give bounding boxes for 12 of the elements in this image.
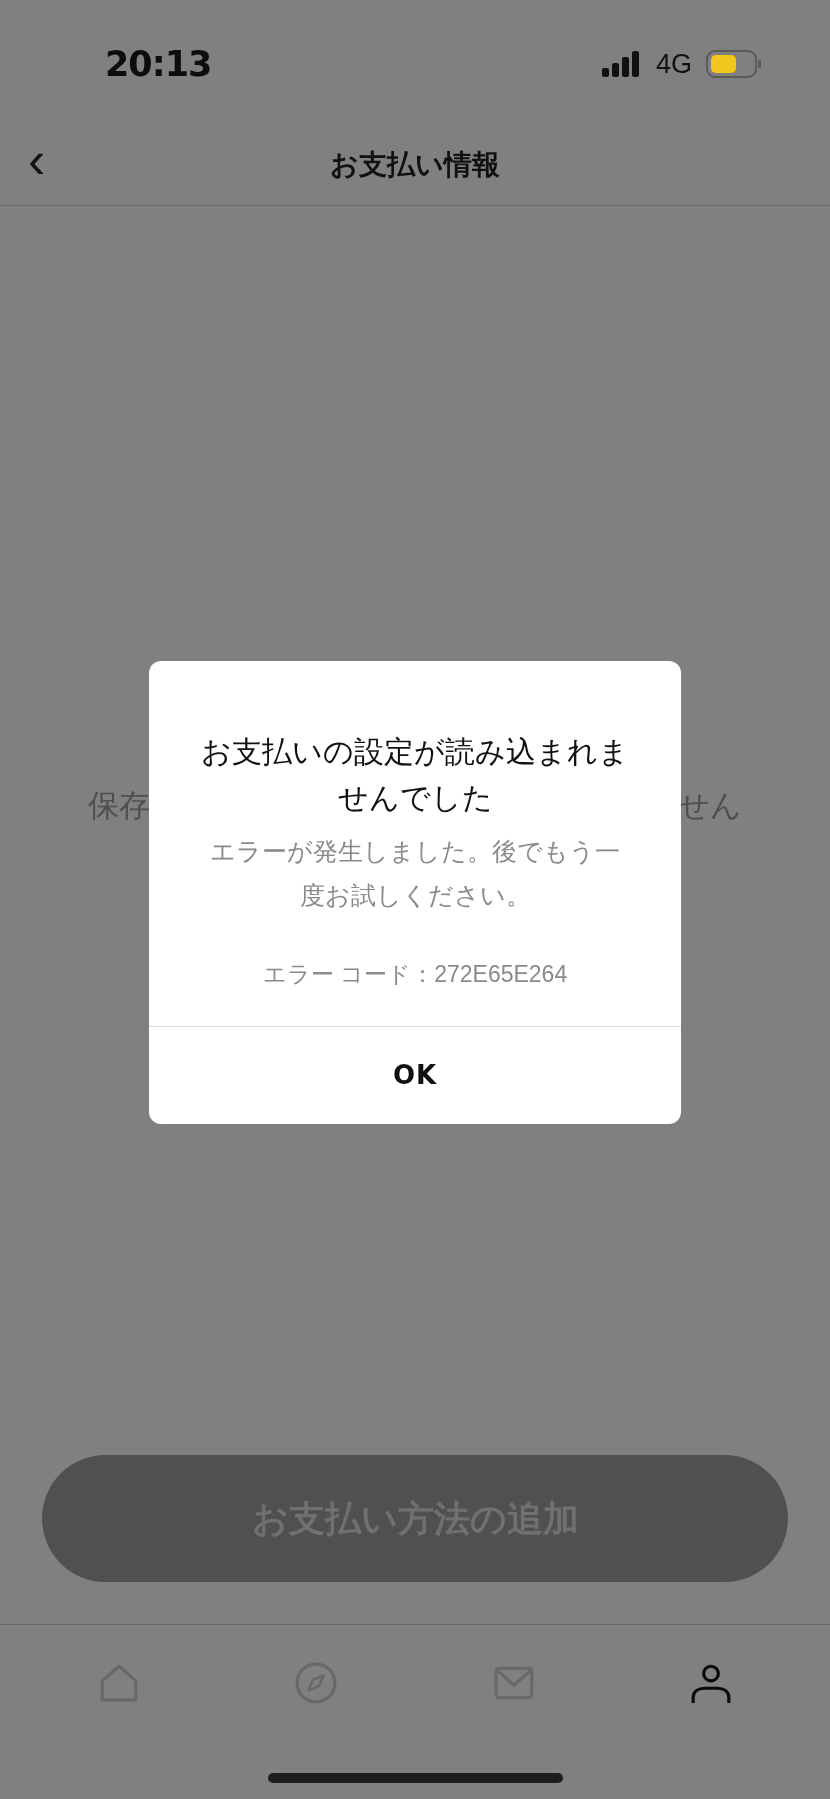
compass-icon [295,1662,338,1704]
dialog-title: お支払いの設定が読み込まれませんでした [200,734,630,816]
ok-button[interactable]: OK [149,1025,681,1124]
signal-icon [601,51,642,77]
battery-icon [706,50,762,78]
dialog-message: エラーが発生しました。後でもう一度お試しください。 [209,836,621,911]
network-label: 4G [655,50,692,78]
error-code-text: エラー コード：272E65E264 [262,960,568,989]
person-icon [690,1662,733,1704]
status-time: 20:13 [105,46,212,82]
page-title: お支払い情報 [330,147,500,182]
back-button[interactable]: ‹ [24,134,50,186]
